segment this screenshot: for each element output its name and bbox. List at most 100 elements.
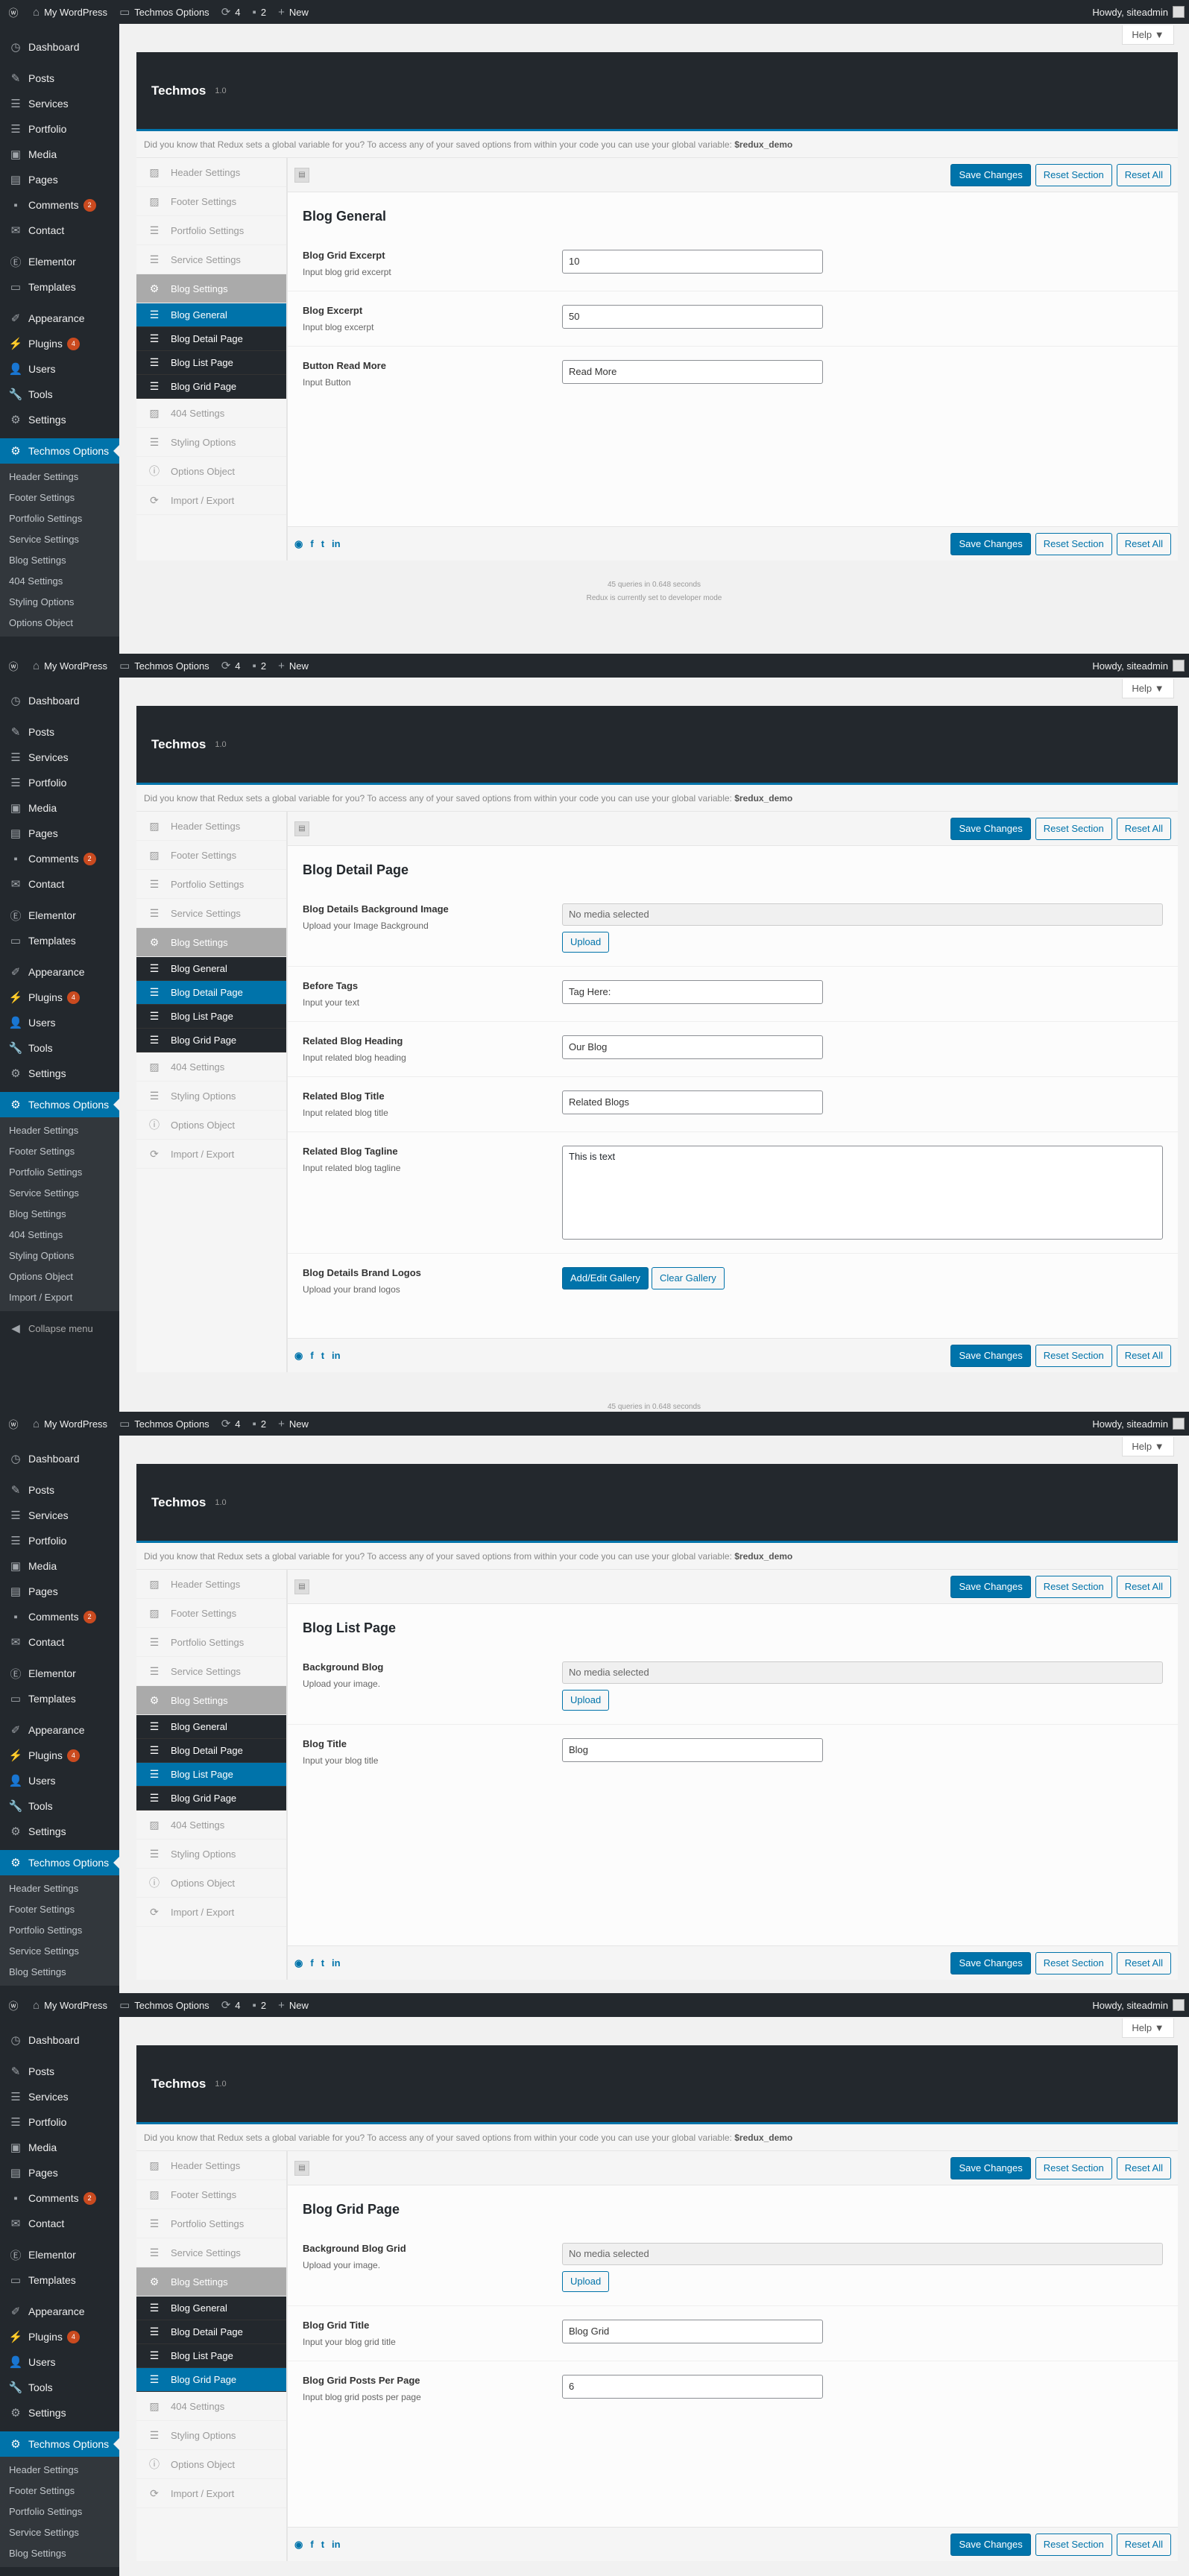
save-changes-button[interactable]: Save Changes — [950, 817, 1031, 840]
save-changes-button[interactable]: Save Changes — [950, 2156, 1031, 2179]
redux-icon[interactable]: ◉ — [294, 1957, 303, 1969]
menu-appearance[interactable]: ✐ Appearance — [0, 959, 119, 985]
admin-bar-site[interactable]: ⌂ My WordPress — [27, 1412, 113, 1436]
section-service-settings[interactable]: ☰ Service Settings — [136, 2238, 286, 2267]
section-header-settings[interactable]: ▨ Header Settings — [136, 2151, 286, 2180]
admin-bar-techmos[interactable]: ▭ Techmos Options — [113, 654, 215, 678]
section-blog-list-page[interactable]: ☰ Blog List Page — [136, 1005, 286, 1029]
submenu-styling-options[interactable]: Styling Options — [0, 1246, 119, 1266]
submenu-options-object[interactable]: Options Object — [0, 1266, 119, 1287]
admin-bar-comments[interactable]: ▪ 2 — [247, 1412, 273, 1436]
menu-services[interactable]: ☰ Services — [0, 1503, 119, 1528]
section-404-settings[interactable]: ▨ 404 Settings — [136, 1052, 286, 1082]
section-404-settings[interactable]: ▨ 404 Settings — [136, 1811, 286, 1840]
menu-settings[interactable]: ⚙ Settings — [0, 2400, 119, 2425]
menu-elementor[interactable]: Ⓔ Elementor — [0, 249, 119, 274]
admin-bar-comments[interactable]: ▪ 2 — [247, 654, 273, 678]
admin-bar-techmos[interactable]: ▭ Techmos Options — [113, 1993, 215, 2017]
menu-pages[interactable]: ▤ Pages — [0, 821, 119, 846]
admin-bar-new[interactable]: + New — [272, 0, 315, 24]
expand-options-icon[interactable]: ▤ — [294, 821, 309, 836]
menu-tools[interactable]: 🔧 Tools — [0, 1793, 119, 1819]
section-header-settings[interactable]: ▨ Header Settings — [136, 1570, 286, 1599]
linkedin-icon[interactable]: in — [332, 2539, 341, 2550]
section-options-object[interactable]: ⓘ Options Object — [136, 1111, 286, 1140]
twitter-icon[interactable]: t — [321, 1350, 324, 1361]
submenu-404-settings[interactable]: 404 Settings — [0, 1225, 119, 1246]
reset-all-button[interactable]: Reset All — [1116, 1344, 1171, 1367]
twitter-icon[interactable]: t — [321, 538, 324, 549]
save-changes-button[interactable]: Save Changes — [950, 1344, 1031, 1367]
section-header-settings[interactable]: ▨ Header Settings — [136, 158, 286, 187]
reset-section-button[interactable]: Reset Section — [1035, 1344, 1112, 1367]
menu-portfolio[interactable]: ☰ Portfolio — [0, 770, 119, 795]
linkedin-icon[interactable]: in — [332, 538, 341, 549]
help-button[interactable]: Help ▼ — [1122, 25, 1174, 45]
submenu-portfolio-settings[interactable]: Portfolio Settings — [0, 1920, 119, 1941]
submenu-header-settings[interactable]: Header Settings — [0, 1878, 119, 1899]
upload-button[interactable]: Upload — [562, 1690, 610, 1711]
reset-section-button[interactable]: Reset Section — [1035, 2533, 1112, 2556]
submenu-footer-settings[interactable]: Footer Settings — [0, 2481, 119, 2501]
section-import-export[interactable]: ⟳ Import / Export — [136, 2479, 286, 2508]
help-button[interactable]: Help ▼ — [1122, 1437, 1174, 1456]
section-options-object[interactable]: ⓘ Options Object — [136, 457, 286, 486]
menu-portfolio[interactable]: ☰ Portfolio — [0, 1528, 119, 1553]
menu-media[interactable]: ▣ Media — [0, 795, 119, 821]
wordpress-logo-icon[interactable]: ⓦ — [0, 0, 27, 24]
section-blog-list-page[interactable]: ☰ Blog List Page — [136, 351, 286, 375]
menu-pages[interactable]: ▤ Pages — [0, 2160, 119, 2185]
menu-users[interactable]: 👤 Users — [0, 1768, 119, 1793]
menu-contact[interactable]: ✉ Contact — [0, 2211, 119, 2236]
wordpress-logo-icon[interactable]: ⓦ — [0, 1412, 27, 1436]
section-404-settings[interactable]: ▨ 404 Settings — [136, 399, 286, 428]
section-blog-list-page[interactable]: ☰ Blog List Page — [136, 1763, 293, 1787]
expand-options-icon[interactable]: ▤ — [294, 1579, 309, 1594]
admin-bar-account[interactable]: Howdy, siteadmin — [1086, 0, 1189, 24]
reset-all-button[interactable]: Reset All — [1116, 163, 1171, 186]
menu-media[interactable]: ▣ Media — [0, 1553, 119, 1579]
wordpress-logo-icon[interactable]: ⓦ — [0, 654, 27, 678]
section-blog-settings[interactable]: ⚙ Blog Settings — [136, 2267, 286, 2296]
reset-section-button[interactable]: Reset Section — [1035, 2156, 1112, 2179]
menu-media[interactable]: ▣ Media — [0, 2135, 119, 2160]
section-blog-detail-page[interactable]: ☰ Blog Detail Page — [136, 327, 286, 351]
menu-elementor[interactable]: Ⓔ Elementor — [0, 1661, 119, 1686]
facebook-icon[interactable]: f — [310, 1957, 313, 1969]
collapse-menu[interactable]: ◀ Collapse menu — [0, 1316, 119, 1341]
redux-icon[interactable]: ◉ — [294, 1350, 303, 1362]
menu-media[interactable]: ▣ Media — [0, 142, 119, 167]
section-blog-settings[interactable]: ⚙ Blog Settings — [136, 274, 286, 303]
submenu-portfolio-settings[interactable]: Portfolio Settings — [0, 508, 119, 529]
menu-portfolio[interactable]: ☰ Portfolio — [0, 116, 119, 142]
menu-tools[interactable]: 🔧 Tools — [0, 1035, 119, 1061]
submenu-header-settings[interactable]: Header Settings — [0, 1120, 119, 1141]
reset-section-button[interactable]: Reset Section — [1035, 817, 1112, 840]
section-blog-settings[interactable]: ⚙ Blog Settings — [136, 1686, 286, 1715]
submenu-service-settings[interactable]: Service Settings — [0, 1941, 119, 1962]
section-blog-grid-page[interactable]: ☰ Blog Grid Page — [136, 375, 286, 399]
related-blog-title-input[interactable]: Related Blogs — [562, 1090, 823, 1114]
section-footer-settings[interactable]: ▨ Footer Settings — [136, 841, 286, 870]
submenu-404-settings[interactable]: 404 Settings — [0, 571, 119, 592]
section-blog-general[interactable]: ☰ Blog General — [136, 1715, 286, 1739]
section-styling-options[interactable]: ☰ Styling Options — [136, 1082, 286, 1111]
add-edit-gallery-button[interactable]: Add/Edit Gallery — [562, 1267, 649, 1289]
admin-bar-techmos[interactable]: ▭ Techmos Options — [113, 1412, 215, 1436]
submenu-blog-settings[interactable]: Blog Settings — [0, 550, 119, 571]
menu-comments[interactable]: ▪ Comments 2 — [0, 846, 119, 871]
admin-bar-account[interactable]: Howdy, siteadmin — [1086, 654, 1189, 678]
section-options-object[interactable]: ⓘ Options Object — [136, 2450, 286, 2479]
reset-all-button[interactable]: Reset All — [1116, 532, 1171, 555]
menu-users[interactable]: 👤 Users — [0, 2349, 119, 2375]
menu-plugins[interactable]: ⚡ Plugins 4 — [0, 985, 119, 1010]
menu-services[interactable]: ☰ Services — [0, 745, 119, 770]
submenu-options-object[interactable]: Options Object — [0, 613, 119, 634]
expand-options-icon[interactable]: ▤ — [294, 2160, 309, 2176]
submenu-footer-settings[interactable]: Footer Settings — [0, 1141, 119, 1162]
menu-posts[interactable]: ✎ Posts — [0, 1477, 119, 1503]
menu-tools[interactable]: 🔧 Tools — [0, 2375, 119, 2400]
admin-bar-updates[interactable]: ⟳ 4 — [215, 0, 247, 24]
menu-posts[interactable]: ✎ Posts — [0, 66, 119, 91]
menu-services[interactable]: ☰ Services — [0, 91, 119, 116]
